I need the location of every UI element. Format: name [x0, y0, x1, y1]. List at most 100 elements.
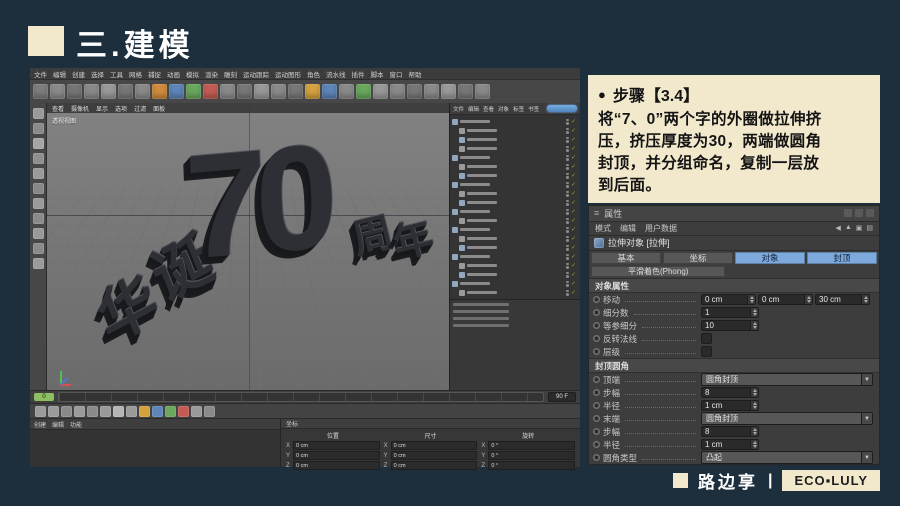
toolbar-icon[interactable]	[322, 84, 337, 99]
toolbar-icon[interactable]	[135, 84, 150, 99]
toolbar-icon[interactable]	[220, 84, 235, 99]
enabled-check-icon[interactable]: ✓	[571, 218, 576, 224]
menu-item[interactable]: 模拟	[186, 69, 199, 79]
enabled-check-icon[interactable]: ✓	[571, 191, 576, 197]
menu-item[interactable]: 角色	[307, 69, 320, 79]
visibility-dots[interactable]	[566, 254, 569, 260]
keyframe-dot-icon[interactable]	[593, 415, 600, 422]
attr-tab-坐标[interactable]: 坐标	[663, 252, 733, 264]
transport-icon[interactable]	[178, 406, 189, 417]
tool-icon[interactable]	[33, 228, 44, 239]
transport-icon[interactable]	[100, 406, 111, 417]
transport-icon[interactable]	[61, 406, 72, 417]
tool-icon[interactable]	[33, 198, 44, 209]
viewport-menu-item[interactable]: 选项	[115, 104, 127, 113]
object-row[interactable]: ✓	[452, 288, 578, 297]
attr-menu-item[interactable]: 模式	[595, 223, 611, 234]
section-object-properties[interactable]: 对象属性	[589, 278, 879, 293]
toolbar-icon[interactable]	[458, 84, 473, 99]
timeline-end-field[interactable]: 90 F	[548, 392, 576, 402]
visibility-dots[interactable]	[566, 128, 569, 134]
toolbar-icon[interactable]	[237, 84, 252, 99]
material-menu-item[interactable]: 编辑	[52, 420, 64, 429]
toolbar-icon[interactable]	[390, 84, 405, 99]
tool-icon[interactable]	[33, 138, 44, 149]
object-row[interactable]: ✓	[452, 135, 578, 144]
keyframe-dot-icon[interactable]	[593, 441, 600, 448]
transport-icon[interactable]	[204, 406, 215, 417]
number-field[interactable]: 8	[701, 426, 759, 437]
panel-icon[interactable]	[844, 209, 852, 217]
object-row[interactable]: ✓	[452, 270, 578, 279]
transport-icon[interactable]	[126, 406, 137, 417]
object-row[interactable]: ✓	[452, 279, 578, 288]
coord-field[interactable]: 0 cm	[293, 451, 380, 460]
menu-item[interactable]: 窗口	[390, 69, 403, 79]
toolbar-icon[interactable]	[101, 84, 116, 99]
coord-field[interactable]: 0 cm	[293, 441, 380, 450]
viewport-menu-item[interactable]: 查看	[52, 104, 64, 113]
transport-icon[interactable]	[165, 406, 176, 417]
visibility-dots[interactable]	[566, 200, 569, 206]
menu-item[interactable]: 工具	[110, 69, 123, 79]
menu-item[interactable]: 插件	[352, 69, 365, 79]
number-field[interactable]: 1 cm	[701, 439, 759, 450]
toolbar-icon[interactable]	[118, 84, 133, 99]
toolbar-icon[interactable]	[67, 84, 82, 99]
object-row[interactable]: ✓	[452, 198, 578, 207]
om-menu-item[interactable]: 文件	[453, 105, 464, 113]
toolbar-icon[interactable]	[305, 84, 320, 99]
toolbar-icon[interactable]	[356, 84, 371, 99]
timeline-track[interactable]	[58, 392, 544, 402]
visibility-dots[interactable]	[566, 281, 569, 287]
keyframe-dot-icon[interactable]	[593, 309, 600, 316]
coord-field[interactable]: 0 cm	[391, 461, 478, 470]
menu-item[interactable]: 文件	[34, 69, 47, 79]
visibility-dots[interactable]	[566, 209, 569, 215]
attr-tab-封顶[interactable]: 封顶	[807, 252, 877, 264]
visibility-dots[interactable]	[566, 182, 569, 188]
enabled-check-icon[interactable]: ✓	[571, 254, 576, 260]
om-menu-item[interactable]: 对象	[498, 105, 509, 113]
keyframe-dot-icon[interactable]	[593, 335, 600, 342]
panel-icon[interactable]	[855, 209, 863, 217]
number-field[interactable]: 30 cm	[815, 294, 870, 305]
number-field[interactable]: 1 cm	[701, 400, 759, 411]
visibility-dots[interactable]	[566, 290, 569, 296]
object-row[interactable]: ✓	[452, 225, 578, 234]
om-menu-item[interactable]: 查看	[483, 105, 494, 113]
visibility-dots[interactable]	[566, 119, 569, 125]
visibility-dots[interactable]	[566, 272, 569, 278]
menu-item[interactable]: 运动图形	[275, 69, 301, 79]
keyframe-dot-icon[interactable]	[593, 389, 600, 396]
om-menu-item[interactable]: 书签	[528, 105, 539, 113]
coord-field[interactable]: 0 cm	[391, 441, 478, 450]
tool-icon[interactable]	[33, 243, 44, 254]
keyframe-dot-icon[interactable]	[593, 428, 600, 435]
toolbar-icon[interactable]	[288, 84, 303, 99]
menu-item[interactable]: 雕刻	[224, 69, 237, 79]
viewport-menu-item[interactable]: 摄像机	[71, 104, 89, 113]
dropdown[interactable]: 圆角封顶 ▼	[701, 373, 873, 386]
attr-menu-item[interactable]: 用户数据	[645, 223, 677, 234]
visibility-dots[interactable]	[566, 191, 569, 197]
keyframe-dot-icon[interactable]	[593, 322, 600, 329]
number-field[interactable]: 0 cm	[758, 294, 813, 305]
menu-item[interactable]: 渲染	[205, 69, 218, 79]
object-row[interactable]: ✓	[452, 180, 578, 189]
keyframe-dot-icon[interactable]	[593, 296, 600, 303]
checkbox[interactable]	[701, 346, 712, 357]
object-row[interactable]: ✓	[452, 144, 578, 153]
timeline[interactable]: 0 90 F	[30, 390, 580, 403]
menu-item[interactable]: 帮助	[409, 69, 422, 79]
menu-item[interactable]: 创建	[72, 69, 85, 79]
transport-icon[interactable]	[74, 406, 85, 417]
tool-icon[interactable]	[33, 153, 44, 164]
attr-tab-对象[interactable]: 对象	[735, 252, 805, 264]
visibility-dots[interactable]	[566, 245, 569, 251]
transport-icon[interactable]	[113, 406, 124, 417]
object-row[interactable]: ✓	[452, 216, 578, 225]
menu-item[interactable]: 脚本	[371, 69, 384, 79]
visibility-dots[interactable]	[566, 146, 569, 152]
enabled-check-icon[interactable]: ✓	[571, 236, 576, 242]
